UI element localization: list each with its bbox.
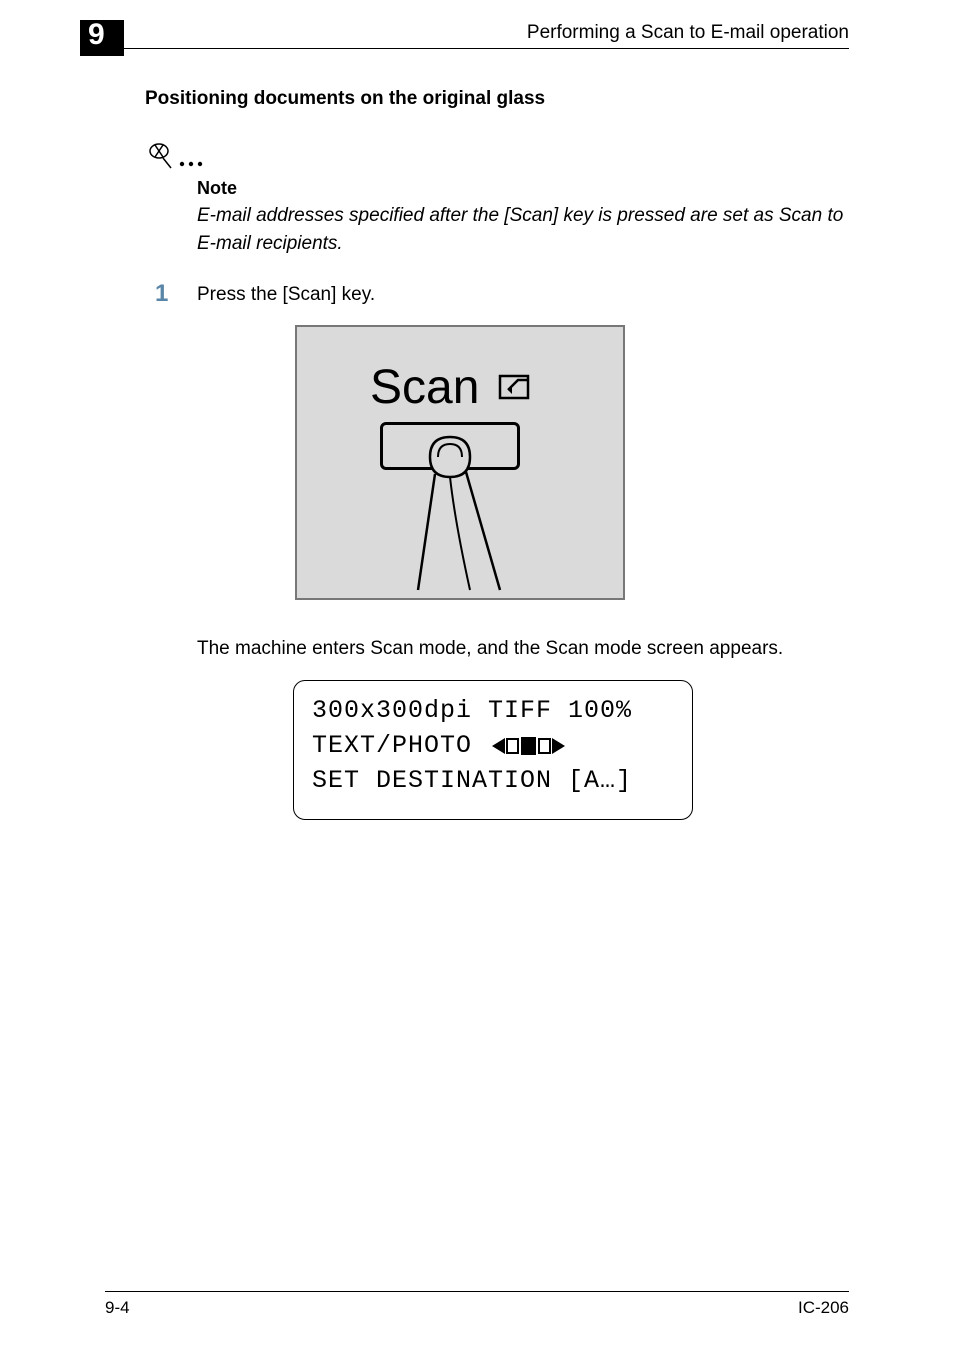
chapter-number: 9	[88, 18, 105, 52]
density-step	[506, 738, 519, 754]
running-header: Performing a Scan to E-mail operation	[527, 22, 849, 44]
lcd-line-3: SET DESTINATION [A…]	[312, 763, 674, 798]
density-left-icon	[492, 738, 505, 754]
lcd-line-1: 300x300dpi TIFF 100%	[312, 693, 674, 728]
footer-rule	[105, 1291, 849, 1292]
density-indicator	[492, 737, 565, 755]
density-right-icon	[552, 738, 565, 754]
scan-key-label: Scan	[370, 360, 479, 415]
step-instruction: Press the [Scan] key.	[197, 284, 375, 306]
note-icon	[145, 140, 205, 179]
step-result: The machine enters Scan mode, and the Sc…	[197, 638, 783, 660]
note-label: Note	[197, 178, 237, 199]
density-step-active	[521, 737, 536, 755]
density-step	[538, 738, 551, 754]
lcd-screen: 300x300dpi TIFF 100% TEXT/PHOTO SET DEST…	[293, 680, 693, 820]
scan-document-icon	[498, 370, 534, 407]
step-number: 1	[155, 280, 168, 308]
section-heading: Positioning documents on the original gl…	[145, 88, 545, 110]
lcd-line-2: TEXT/PHOTO	[312, 728, 674, 763]
header-rule	[120, 48, 849, 49]
lcd-mode-label: TEXT/PHOTO	[312, 728, 472, 763]
page-number: 9-4	[105, 1298, 130, 1318]
finger-press-icon	[400, 432, 510, 597]
note-body: E-mail addresses specified after the [Sc…	[197, 202, 844, 257]
document-code: IC-206	[798, 1298, 849, 1318]
